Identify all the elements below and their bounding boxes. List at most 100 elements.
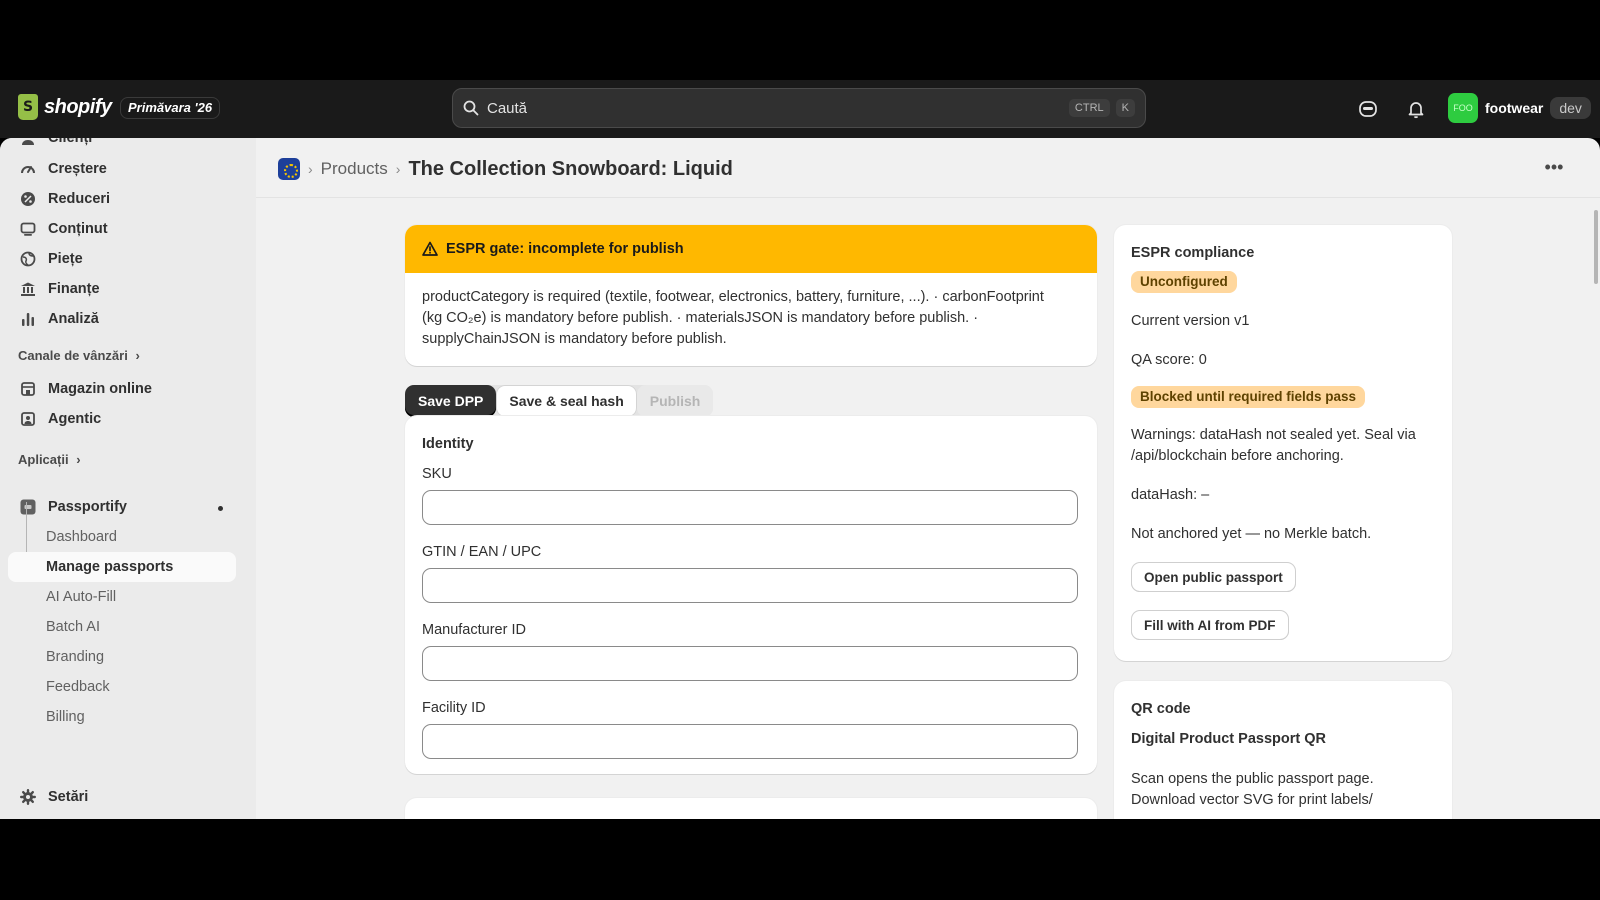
status-badge: Unconfigured: [1131, 271, 1237, 293]
identity-card: Identity SKU GTIN / EAN / UPC Manufactur…: [405, 416, 1097, 774]
sku-label: SKU: [422, 466, 452, 482]
banner-message: productCategory is required (textile, fo…: [422, 289, 1044, 347]
shortcut-k: K: [1115, 99, 1135, 117]
gtin-label: GTIN / EAN / UPC: [422, 544, 542, 560]
sidebar-item-label: Reduceri: [48, 191, 111, 207]
store-name: footwear: [1485, 100, 1544, 116]
warning-icon: [422, 241, 438, 256]
sidebar-item-magazin-online[interactable]: Magazin online: [8, 374, 236, 404]
sidebar-subitem-branding[interactable]: Branding: [8, 642, 236, 672]
identity-title: Identity: [422, 436, 474, 452]
logo-text: shopify: [44, 95, 112, 118]
sidebar-subitem-billing[interactable]: Billing: [8, 702, 236, 732]
sidebar-item-continut[interactable]: Conținut: [8, 214, 236, 244]
bar-chart-icon: [22, 313, 34, 326]
search-input[interactable]: Caută: [487, 100, 1063, 117]
sidebar-item-label: Clienți: [48, 138, 93, 146]
sidebar-item-label: Conținut: [48, 221, 108, 237]
sidebar-item-label: Setări: [48, 789, 89, 805]
sidebar-item-agentic[interactable]: Agentic: [8, 404, 236, 434]
warnings-text: Warnings: dataHash not sealed yet. Seal …: [1131, 427, 1416, 464]
blocked-badge: Blocked until required fields pass: [1131, 386, 1366, 408]
gauge-icon: [21, 166, 35, 174]
agentic-icon: [21, 412, 35, 426]
banner-title: ESPR gate: incomplete for publish: [446, 241, 684, 257]
chevron-right-icon: ›: [135, 348, 140, 363]
compliance-title: ESPR compliance: [1131, 245, 1255, 261]
sku-input[interactable]: [422, 490, 1078, 525]
search-bar[interactable]: Caută CTRL K: [452, 88, 1146, 128]
apps-heading[interactable]: Aplicații ›: [18, 452, 81, 467]
sidebar-subitem-ai-auto-fill[interactable]: AI Auto-Fill: [8, 582, 236, 612]
sales-channels-heading[interactable]: Canale de vânzări ›: [18, 348, 140, 363]
sidebar-item-piete[interactable]: Piețe: [8, 244, 236, 274]
bell-icon[interactable]: [1406, 99, 1426, 119]
eu-flag-icon[interactable]: [278, 158, 300, 180]
fill-with-ai-button[interactable]: Fill with AI from PDF: [1131, 610, 1289, 640]
qr-title: QR code: [1131, 701, 1191, 717]
qr-subtitle: Digital Product Passport QR: [1131, 731, 1326, 747]
anchor-status-text: Not anchored yet — no Merkle batch.: [1131, 526, 1372, 542]
manufacturer-id-input[interactable]: [422, 646, 1078, 681]
store-avatar: FOO: [1448, 93, 1478, 123]
sidebar-item-reduceri[interactable]: Reduceri: [8, 184, 236, 214]
next-card: [405, 798, 1097, 819]
more-actions-icon[interactable]: •••: [1542, 158, 1566, 180]
app-frame: Clienți Creștere Reduceri Conținut Piețe…: [0, 138, 1600, 819]
sidebar-item-label: Magazin online: [48, 381, 152, 397]
qr-description: Scan opens the public passport page. Dow…: [1131, 771, 1374, 808]
page-title: The Collection Snowboard: Liquid: [408, 157, 733, 180]
sidebar-item-finante[interactable]: Finanțe: [8, 274, 236, 304]
sidebar-item-clienti[interactable]: Clienți: [8, 138, 236, 153]
gear-icon: [20, 789, 36, 805]
espr-compliance-card: ESPR compliance Unconfigured Current ver…: [1114, 225, 1452, 661]
save-dpp-button[interactable]: Save DPP: [405, 385, 497, 417]
sidebar-item-label: Creștere: [48, 161, 107, 177]
sidebar-subitem-dashboard[interactable]: Dashboard: [8, 522, 236, 552]
sidebar-item-label: Passportify: [48, 499, 127, 515]
app-icon: [20, 499, 36, 515]
top-bar: shopify Primăvara '26 Caută CTRL K FOO f…: [0, 80, 1600, 138]
action-button-group: Save DPP Save & seal hash Publish: [405, 385, 714, 417]
chevron-right-icon: ›: [76, 452, 81, 467]
header-divider: [256, 197, 1600, 198]
open-public-passport-button[interactable]: Open public passport: [1131, 562, 1296, 592]
sidebar-item-crestere[interactable]: Creștere: [8, 154, 236, 184]
season-badge[interactable]: Primăvara '26: [120, 97, 221, 119]
pin-dot-icon: [218, 506, 223, 511]
person-icon: [22, 140, 34, 145]
gtin-input[interactable]: [422, 568, 1078, 603]
banner-header: ESPR gate: incomplete for publish: [405, 225, 1097, 273]
qa-score: QA score: 0: [1131, 352, 1207, 368]
sidebar-item-label: Finanțe: [48, 281, 100, 297]
globe-icon: [20, 251, 36, 267]
save-seal-hash-button[interactable]: Save & seal hash: [496, 385, 637, 417]
manufacturer-id-label: Manufacturer ID: [422, 622, 526, 638]
sidebar: Clienți Creștere Reduceri Conținut Piețe…: [0, 138, 256, 819]
sidebar-item-passportify[interactable]: Passportify: [8, 492, 236, 522]
facility-id-input[interactable]: [422, 724, 1078, 759]
discount-icon: [21, 192, 35, 206]
sidebar-item-analiza[interactable]: Analiză: [8, 304, 236, 334]
scrollbar[interactable]: [1594, 210, 1598, 284]
breadcrumb: › Products › The Collection Snowboard: L…: [278, 156, 733, 182]
sidebar-subitem-feedback[interactable]: Feedback: [8, 672, 236, 702]
sidebar-item-setari[interactable]: Setări: [8, 782, 236, 812]
sidebar-subitem-manage-passports[interactable]: Manage passports: [8, 552, 236, 582]
data-hash-text: dataHash: –: [1131, 487, 1210, 503]
content-icon: [20, 222, 36, 236]
sidebar-subitem-batch-ai[interactable]: Batch AI: [8, 612, 236, 642]
bank-icon: [21, 282, 35, 296]
current-version: Current version v1: [1131, 313, 1250, 329]
publish-button[interactable]: Publish: [636, 385, 714, 417]
sidebar-item-label: Piețe: [48, 251, 83, 267]
sidebar-item-label: Agentic: [48, 411, 102, 427]
breadcrumb-products-link[interactable]: Products: [321, 159, 388, 179]
espr-gate-banner: ESPR gate: incomplete for publish produc…: [405, 225, 1097, 366]
store-switcher[interactable]: FOO footwear dev: [1448, 93, 1591, 123]
sidekick-icon[interactable]: [1358, 99, 1378, 119]
facility-id-label: Facility ID: [422, 700, 486, 716]
breadcrumb-separator: ›: [308, 161, 313, 177]
shopify-logo[interactable]: shopify: [18, 94, 112, 120]
breadcrumb-separator: ›: [395, 161, 401, 177]
